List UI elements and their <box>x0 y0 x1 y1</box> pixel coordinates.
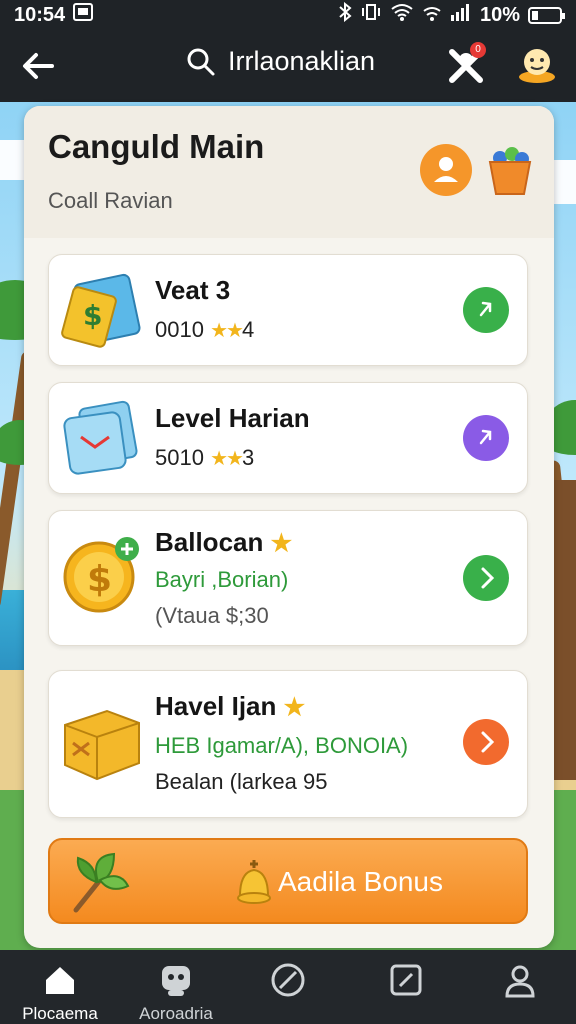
compass-icon <box>271 963 305 997</box>
svg-text:$: $ <box>87 559 112 600</box>
battery-percent: 10% <box>479 3 520 26</box>
coin-plus-icon: $ <box>61 533 143 615</box>
basket-icon <box>488 147 532 195</box>
profile-avatar-button[interactable] <box>516 43 558 85</box>
bell-icon <box>234 856 274 908</box>
card-go-button[interactable] <box>463 287 509 333</box>
nav-item-home[interactable]: Plocaema <box>14 962 106 1024</box>
nav-label: Aoroadria <box>139 1004 213 1023</box>
app-bar: Irrlaonaklian 0 <box>0 30 576 102</box>
wifi-icon <box>390 3 414 27</box>
list-card[interactable]: $ Ballocan ★ Bayri ,Borian) (Vtaua $;30 <box>48 510 528 646</box>
game-icon <box>162 966 190 996</box>
page-subtitle: Coall Ravian <box>48 188 173 213</box>
nav-item-profile[interactable] <box>490 962 550 1004</box>
back-button[interactable] <box>18 46 58 86</box>
clock: 10:54 <box>14 3 66 26</box>
list-card[interactable]: $ Veat 3 0010 ★★4 <box>48 254 528 366</box>
card-value: 0010 <box>155 317 204 342</box>
main-panel: Canguld Main Coall Ravian $ Veat 3 0010 … <box>24 106 554 948</box>
edit-icon <box>390 964 422 996</box>
chevron-right-icon <box>479 429 492 445</box>
panel-header: Canguld Main Coall Ravian <box>24 106 554 238</box>
card-detail: 0010 ★★4 <box>155 317 254 343</box>
page-title: Canguld Main <box>48 128 265 165</box>
vibrate-icon <box>360 3 382 27</box>
bluetooth-icon <box>338 1 352 28</box>
bonus-button[interactable]: Aadila Bonus <box>48 838 528 924</box>
card-go-button[interactable] <box>463 415 509 461</box>
card-title: Havel Ijan ★ <box>155 691 305 722</box>
star-icon: ★ <box>270 530 292 557</box>
search-icon <box>187 48 215 75</box>
bonus-button-label: Aadila Bonus <box>278 866 444 897</box>
nav-label: Plocaema <box>22 1004 98 1023</box>
battery-icon <box>528 6 565 24</box>
card-go-button[interactable] <box>463 555 509 601</box>
list-card[interactable]: Level Harian 5010 ★★3 <box>48 382 528 494</box>
avatar-face-icon <box>519 49 555 83</box>
star-rating: ★★ <box>210 320 244 342</box>
card-title: Level Harian <box>155 403 310 433</box>
profile-icon <box>505 965 535 998</box>
star-icon: ★ <box>283 694 305 721</box>
card-title: Ballocan ★ <box>155 527 292 558</box>
rating-number: 4 <box>241 317 255 342</box>
cash-box-icon: $ <box>61 269 143 351</box>
card-value: (Vtaua $;30 <box>155 603 269 628</box>
card-title-text: Havel Ijan <box>155 691 277 721</box>
user-icon <box>434 157 458 182</box>
list-card[interactable]: Havel Ijan ★ HEB Igamar/A), BONOIA) Beal… <box>48 670 528 818</box>
wifi-small-icon <box>422 4 442 27</box>
gift-box-icon <box>61 701 143 783</box>
chevron-right-icon <box>481 731 495 753</box>
notification-badge: 0 <box>470 42 486 58</box>
status-bar: 10:54 10% <box>0 0 576 30</box>
search-text: Irrlaonaklian <box>228 46 376 76</box>
card-subtitle: HEB Igamar/A), BONOIA) <box>155 733 409 758</box>
bottom-nav: Plocaema Aoroadria <box>0 950 576 1024</box>
svg-text:$: $ <box>83 299 102 332</box>
nav-item-explore[interactable] <box>258 962 318 1004</box>
chevron-right-icon <box>479 301 492 317</box>
home-icon <box>46 967 74 994</box>
card-value: 5010 <box>155 445 204 470</box>
leaf-icon <box>70 850 130 914</box>
nav-item-edit[interactable] <box>376 962 436 1004</box>
user-button[interactable] <box>420 144 472 196</box>
signal-icon <box>450 3 472 27</box>
card-value: Bealan (larkea 95 <box>155 769 328 794</box>
star-rating: ★★ <box>210 448 244 470</box>
back-arrow-icon <box>23 53 54 79</box>
card-go-button[interactable] <box>463 719 509 765</box>
chevron-right-icon <box>481 567 495 589</box>
card-detail: 5010 ★★3 <box>155 445 254 471</box>
search-field[interactable]: Irrlaonaklian <box>186 46 375 77</box>
card-title: Veat 3 <box>155 275 231 305</box>
notification-button[interactable]: 0 <box>446 42 486 86</box>
envelope-box-icon <box>61 397 143 479</box>
card-title-text: Ballocan <box>155 527 264 557</box>
card-subtitle: Bayri ,Borian) <box>155 567 289 592</box>
gallery-icon <box>73 3 94 27</box>
basket-button[interactable] <box>486 144 534 196</box>
rating-number: 3 <box>241 445 255 470</box>
nav-item-games[interactable]: Aoroadria <box>130 962 222 1024</box>
